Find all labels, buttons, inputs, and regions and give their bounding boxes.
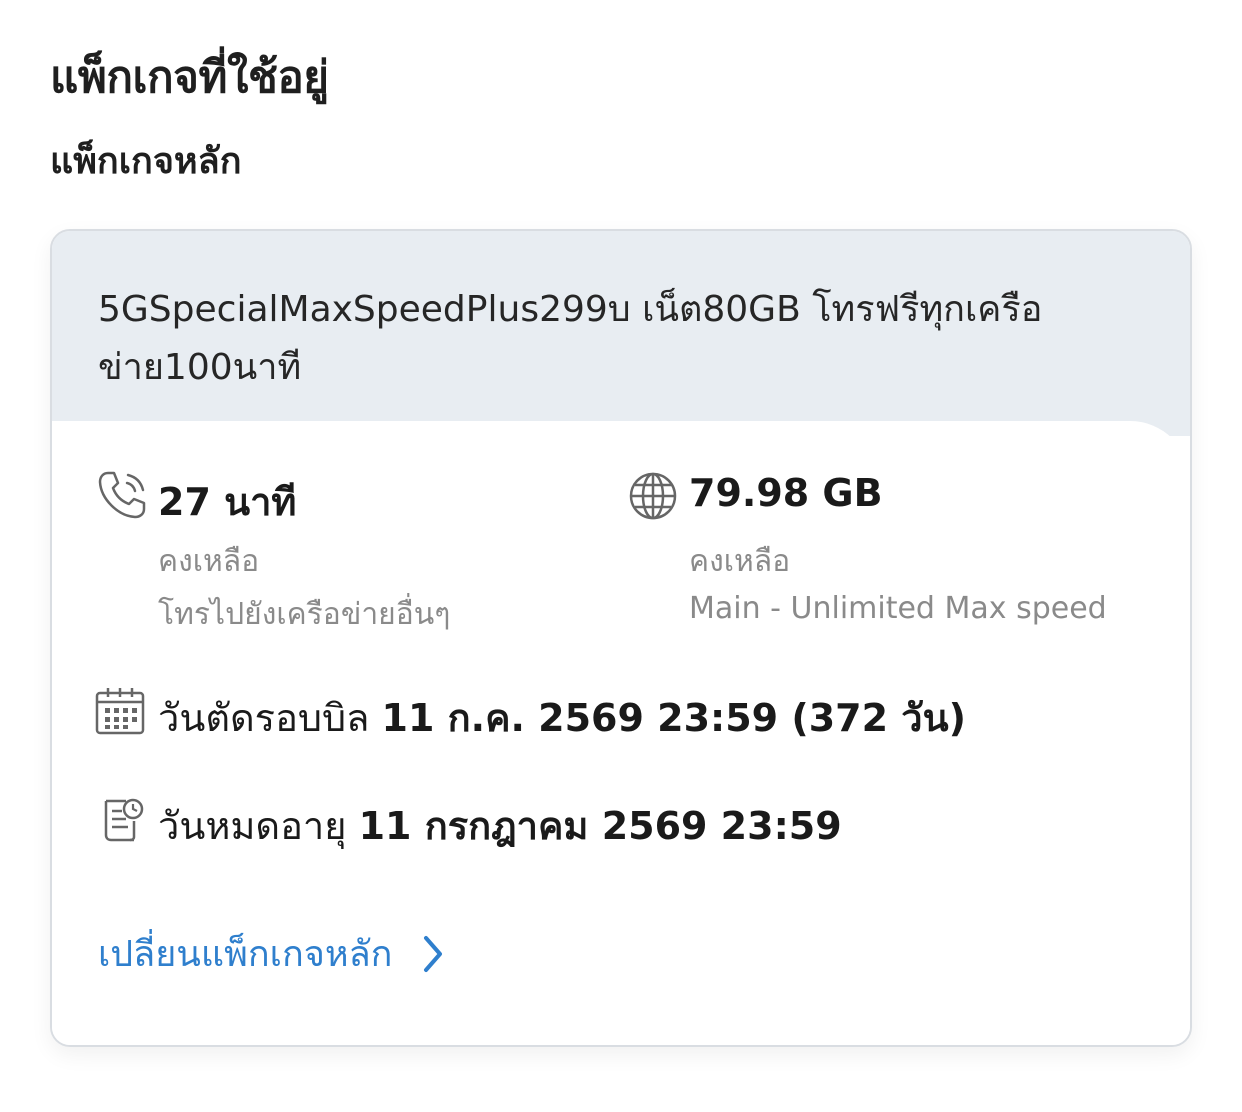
voice-remaining-amount: 27 นาที bbox=[158, 480, 297, 524]
billing-cycle-value: 11 ก.ค. 2569 23:59 (372 วัน) bbox=[381, 696, 966, 740]
calendar-icon bbox=[94, 686, 146, 736]
billing-cycle-label: วันตัดรอบบิล bbox=[158, 696, 370, 740]
document-clock-icon bbox=[100, 797, 144, 843]
main-package-card: 5GSpecialMaxSpeedPlus299บ เน็ต80GB โทรฟร… bbox=[50, 229, 1192, 1047]
voice-description: โทรไปยังเครือข่ายอื่นๆ bbox=[158, 597, 451, 632]
phone-icon bbox=[96, 469, 148, 521]
data-description: Main - Unlimited Max speed bbox=[689, 591, 1107, 626]
globe-icon bbox=[628, 471, 678, 521]
expiry-label: วันหมดอายุ bbox=[158, 804, 347, 848]
data-remaining-label: คงเหลือ bbox=[689, 544, 791, 579]
section-title: แพ็กเกจหลัก bbox=[50, 141, 242, 182]
page-title: แพ็กเกจที่ใช้อยู่ bbox=[50, 52, 329, 103]
chevron-right-icon bbox=[422, 934, 444, 974]
change-main-package-link[interactable]: เปลี่ยนแพ็กเกจหลัก bbox=[98, 925, 444, 982]
package-name: 5GSpecialMaxSpeedPlus299บ เน็ต80GB โทรฟร… bbox=[98, 289, 1043, 388]
expiry-value: 11 กรกฎาคม 2569 23:59 bbox=[358, 804, 842, 848]
voice-remaining-label: คงเหลือ bbox=[158, 544, 260, 579]
expiry-row: วันหมดอายุ 11 กรกฎาคม 2569 23:59 bbox=[158, 795, 842, 856]
billing-cycle-row: วันตัดรอบบิล 11 ก.ค. 2569 23:59 (372 วัน… bbox=[158, 687, 966, 748]
data-remaining-amount: 79.98 GB bbox=[689, 471, 883, 515]
change-main-package-label: เปลี่ยนแพ็กเกจหลัก bbox=[98, 934, 393, 975]
